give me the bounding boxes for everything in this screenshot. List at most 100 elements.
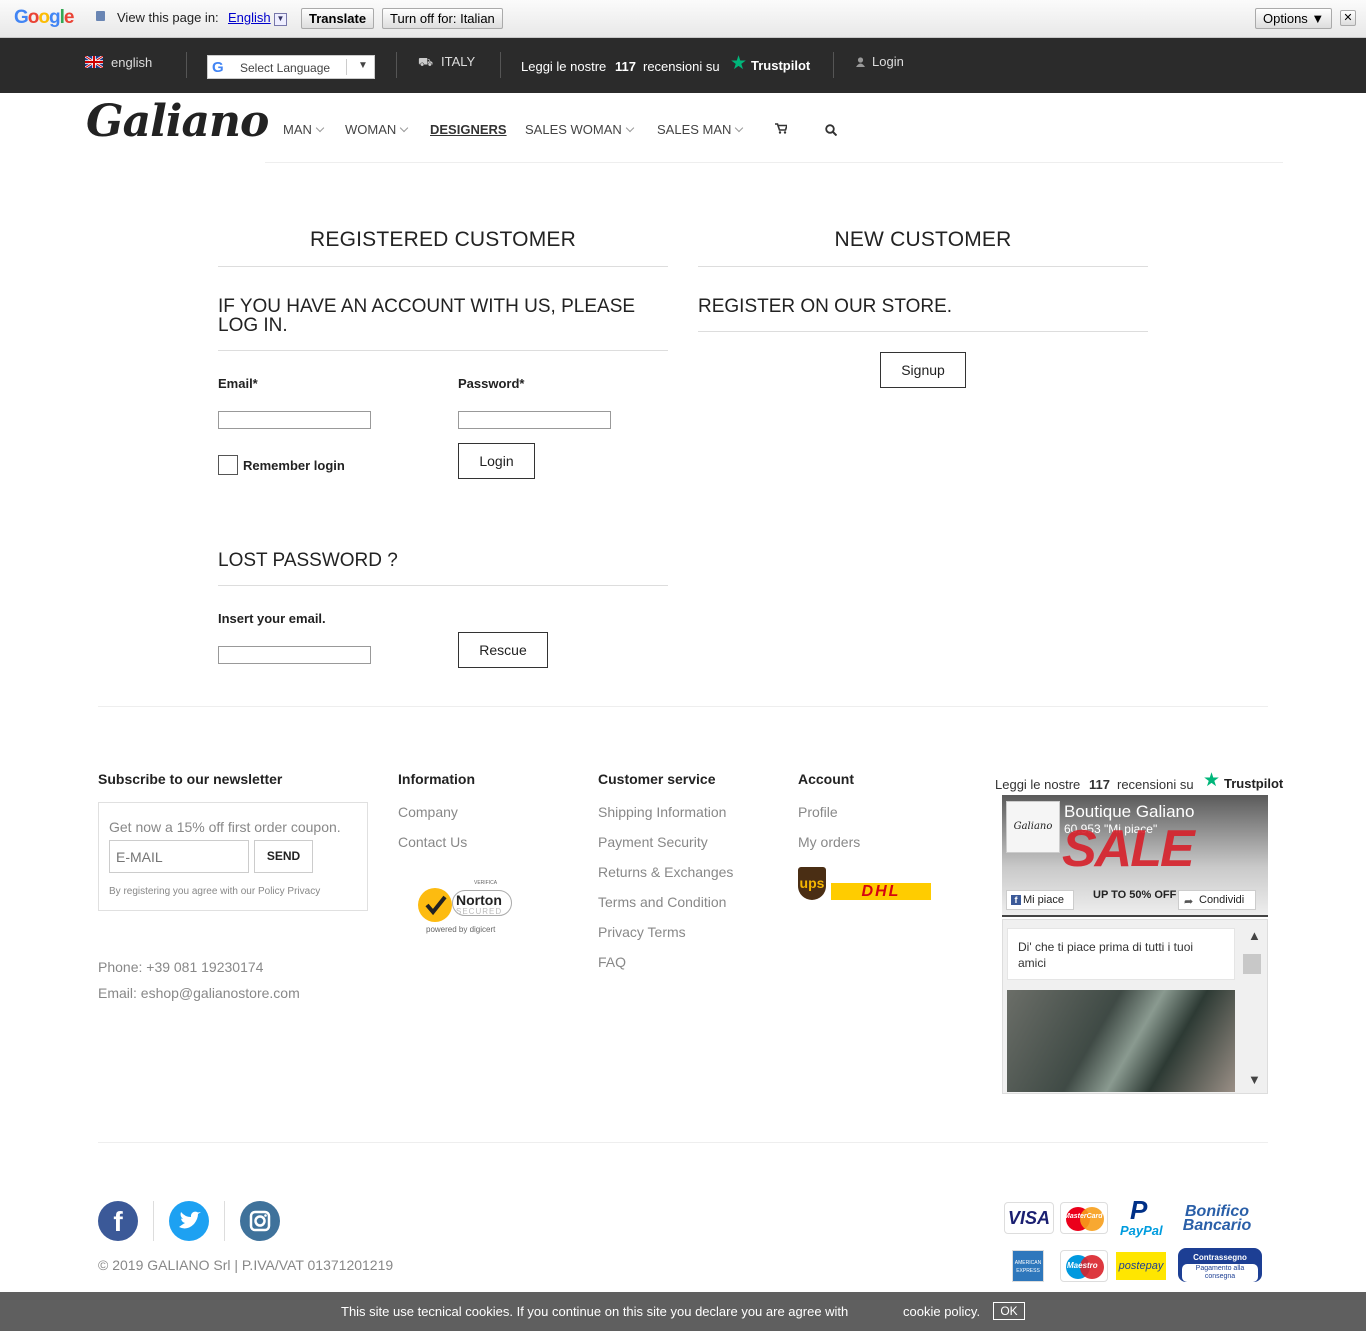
link-returns[interactable]: Returns & Exchanges (598, 864, 733, 880)
norton-check-icon (418, 888, 452, 922)
select-language-label: Select Language (240, 61, 331, 75)
insert-email-label: Insert your email. (218, 611, 326, 626)
paypal-logo: P PayPal (1120, 1195, 1163, 1238)
footer-email[interactable]: Email: eshop@galianostore.com (98, 985, 300, 1001)
footer-trustpilot-link[interactable]: Trustpilot (1224, 776, 1283, 791)
search-icon[interactable] (825, 123, 838, 141)
newsletter-send-button[interactable]: SEND (254, 840, 313, 873)
instagram-icon[interactable] (240, 1201, 280, 1241)
lost-password-title: LOST PASSWORD ? (218, 550, 398, 571)
facebook-feed-scrollbar[interactable]: ▲ ▼ (1243, 928, 1263, 1088)
truck-icon: ⛟ (418, 55, 434, 69)
newsletter-disclaimer: By registering you agree with our Policy… (109, 886, 321, 897)
twitter-icon[interactable] (169, 1201, 209, 1241)
newsletter-promo: Get now a 15% off first order coupon. (109, 819, 341, 835)
facebook-share-button[interactable]: ➦ Condividi (1178, 890, 1256, 910)
contrassegno-logo: Contrassegno Pagamento alla consegna (1178, 1248, 1262, 1282)
select-language-dropdown[interactable]: G Select Language ▼ (207, 55, 375, 79)
new-customer-title: NEW CUSTOMER (834, 228, 1012, 251)
footer-trustpilot-star-icon: ★ (1203, 770, 1221, 791)
uk-flag-icon (85, 56, 103, 68)
options-button[interactable]: Options ▼ (1255, 8, 1333, 29)
remember-login-label: Remember login (243, 458, 345, 473)
top-bar: english G Select Language ▼ ⛟ ITALY Legg… (0, 38, 1366, 93)
facebook-page-banner[interactable]: Galiano Boutique Galiano 60.953 "Mi piac… (1002, 795, 1268, 917)
ups-logo: ups (798, 867, 826, 900)
newsletter-email-input[interactable] (109, 840, 249, 873)
cookie-text: This site use tecnical cookies. If you c… (341, 1304, 849, 1319)
copyright: © 2019 GALIANO Srl | P.IVA/VAT 013712012… (98, 1257, 394, 1273)
remember-login-checkbox[interactable] (218, 455, 238, 475)
mastercard-logo: MasterCard (1060, 1202, 1108, 1234)
password-field[interactable] (458, 411, 611, 429)
link-my-orders[interactable]: My orders (798, 834, 860, 850)
postepay-logo: postepay (1116, 1252, 1166, 1280)
link-contact-us[interactable]: Contact Us (398, 834, 467, 850)
signup-button[interactable]: Signup (880, 352, 966, 388)
nav-designers[interactable]: DESIGNERS (430, 122, 507, 137)
cookie-policy-link[interactable]: cookie policy. (903, 1304, 980, 1319)
share-icon: ➦ (1184, 896, 1194, 908)
bonifico-logo: Bonifico Bancario (1182, 1203, 1252, 1234)
close-icon[interactable]: ✕ (1340, 10, 1356, 26)
reviews-count: 117 (615, 59, 636, 74)
footer-phone: Phone: +39 081 19230174 (98, 959, 264, 975)
footer-reviews-count: 117 (1089, 777, 1110, 792)
trustpilot-star-icon: ★ (730, 53, 748, 74)
link-faq[interactable]: FAQ (598, 954, 626, 970)
google-translate-bar: Google View this page in: English ▼ Tran… (0, 0, 1366, 38)
translate-button[interactable]: Translate (301, 8, 375, 29)
reviews-text-post: recensioni su (643, 59, 720, 74)
nav-man[interactable]: MAN (283, 122, 325, 137)
facebook-offer-text: UP TO 50% OFF (1093, 889, 1177, 901)
link-company[interactable]: Company (398, 804, 458, 820)
chevron-down-icon: ▼ (358, 60, 368, 71)
nav-woman[interactable]: WOMAN (345, 122, 409, 137)
nav-sales-man[interactable]: SALES MAN (657, 122, 744, 137)
language-switch[interactable]: english (111, 55, 152, 70)
cart-icon[interactable] (775, 123, 789, 137)
norton-seal[interactable]: VERIFICA Norton SECURED powered by digic… (418, 880, 516, 938)
footer-reviews-post: recensioni su (1117, 777, 1194, 792)
login-link[interactable]: Login (872, 54, 904, 69)
link-shipping[interactable]: Shipping Information (598, 804, 726, 820)
link-privacy[interactable]: Privacy Terms (598, 924, 686, 940)
facebook-friends-prompt: Di' che ti piace prima di tutti i tuoi a… (1007, 928, 1235, 980)
information-title: Information (398, 771, 475, 787)
facebook-like-button[interactable]: f Mi piace (1006, 890, 1074, 910)
rescue-button[interactable]: Rescue (458, 632, 548, 668)
maestro-logo: Maestro (1060, 1250, 1108, 1282)
facebook-page-avatar: Galiano (1006, 801, 1060, 853)
cookie-banner: This site use tecnical cookies. If you c… (0, 1292, 1366, 1331)
site-logo[interactable]: Galiano (86, 96, 269, 147)
user-icon (856, 55, 865, 67)
country-label: ITALY (441, 54, 476, 69)
sale-banner-text: SALE (1062, 820, 1195, 878)
turn-off-button[interactable]: Turn off for: Italian (382, 8, 503, 29)
email-field[interactable] (218, 411, 371, 429)
facebook-feed[interactable]: Di' che ti piace prima di tutti i tuoi a… (1002, 919, 1268, 1094)
amex-logo: AMERICAN EXPRESS (1012, 1250, 1044, 1282)
scroll-down-icon[interactable]: ▼ (1248, 1072, 1261, 1087)
trustpilot-link[interactable]: Trustpilot (751, 58, 810, 73)
rescue-email-field[interactable] (218, 646, 371, 664)
dhl-logo: DHL (831, 883, 931, 900)
facebook-icon[interactable]: f (98, 1201, 138, 1241)
facebook-post-image[interactable] (1007, 990, 1235, 1092)
customer-service-title: Customer service (598, 771, 716, 787)
link-profile[interactable]: Profile (798, 804, 838, 820)
link-payment-security[interactable]: Payment Security (598, 834, 708, 850)
nav-sales-woman[interactable]: SALES WOMAN (525, 122, 635, 137)
newsletter-title: Subscribe to our newsletter (98, 771, 283, 787)
scroll-up-icon[interactable]: ▲ (1248, 928, 1261, 943)
reviews-text-pre: Leggi le nostre (521, 59, 607, 74)
login-button[interactable]: Login (458, 443, 535, 479)
link-terms[interactable]: Terms and Condition (598, 894, 726, 910)
email-label: Email* (218, 376, 258, 391)
view-label: View this page in: (117, 10, 219, 25)
language-dropdown-icon[interactable]: ▼ (274, 13, 287, 26)
cookie-ok-button[interactable]: OK (993, 1302, 1025, 1320)
password-label: Password* (458, 376, 525, 391)
google-g-icon: G (212, 59, 224, 76)
language-link[interactable]: English (228, 10, 271, 25)
